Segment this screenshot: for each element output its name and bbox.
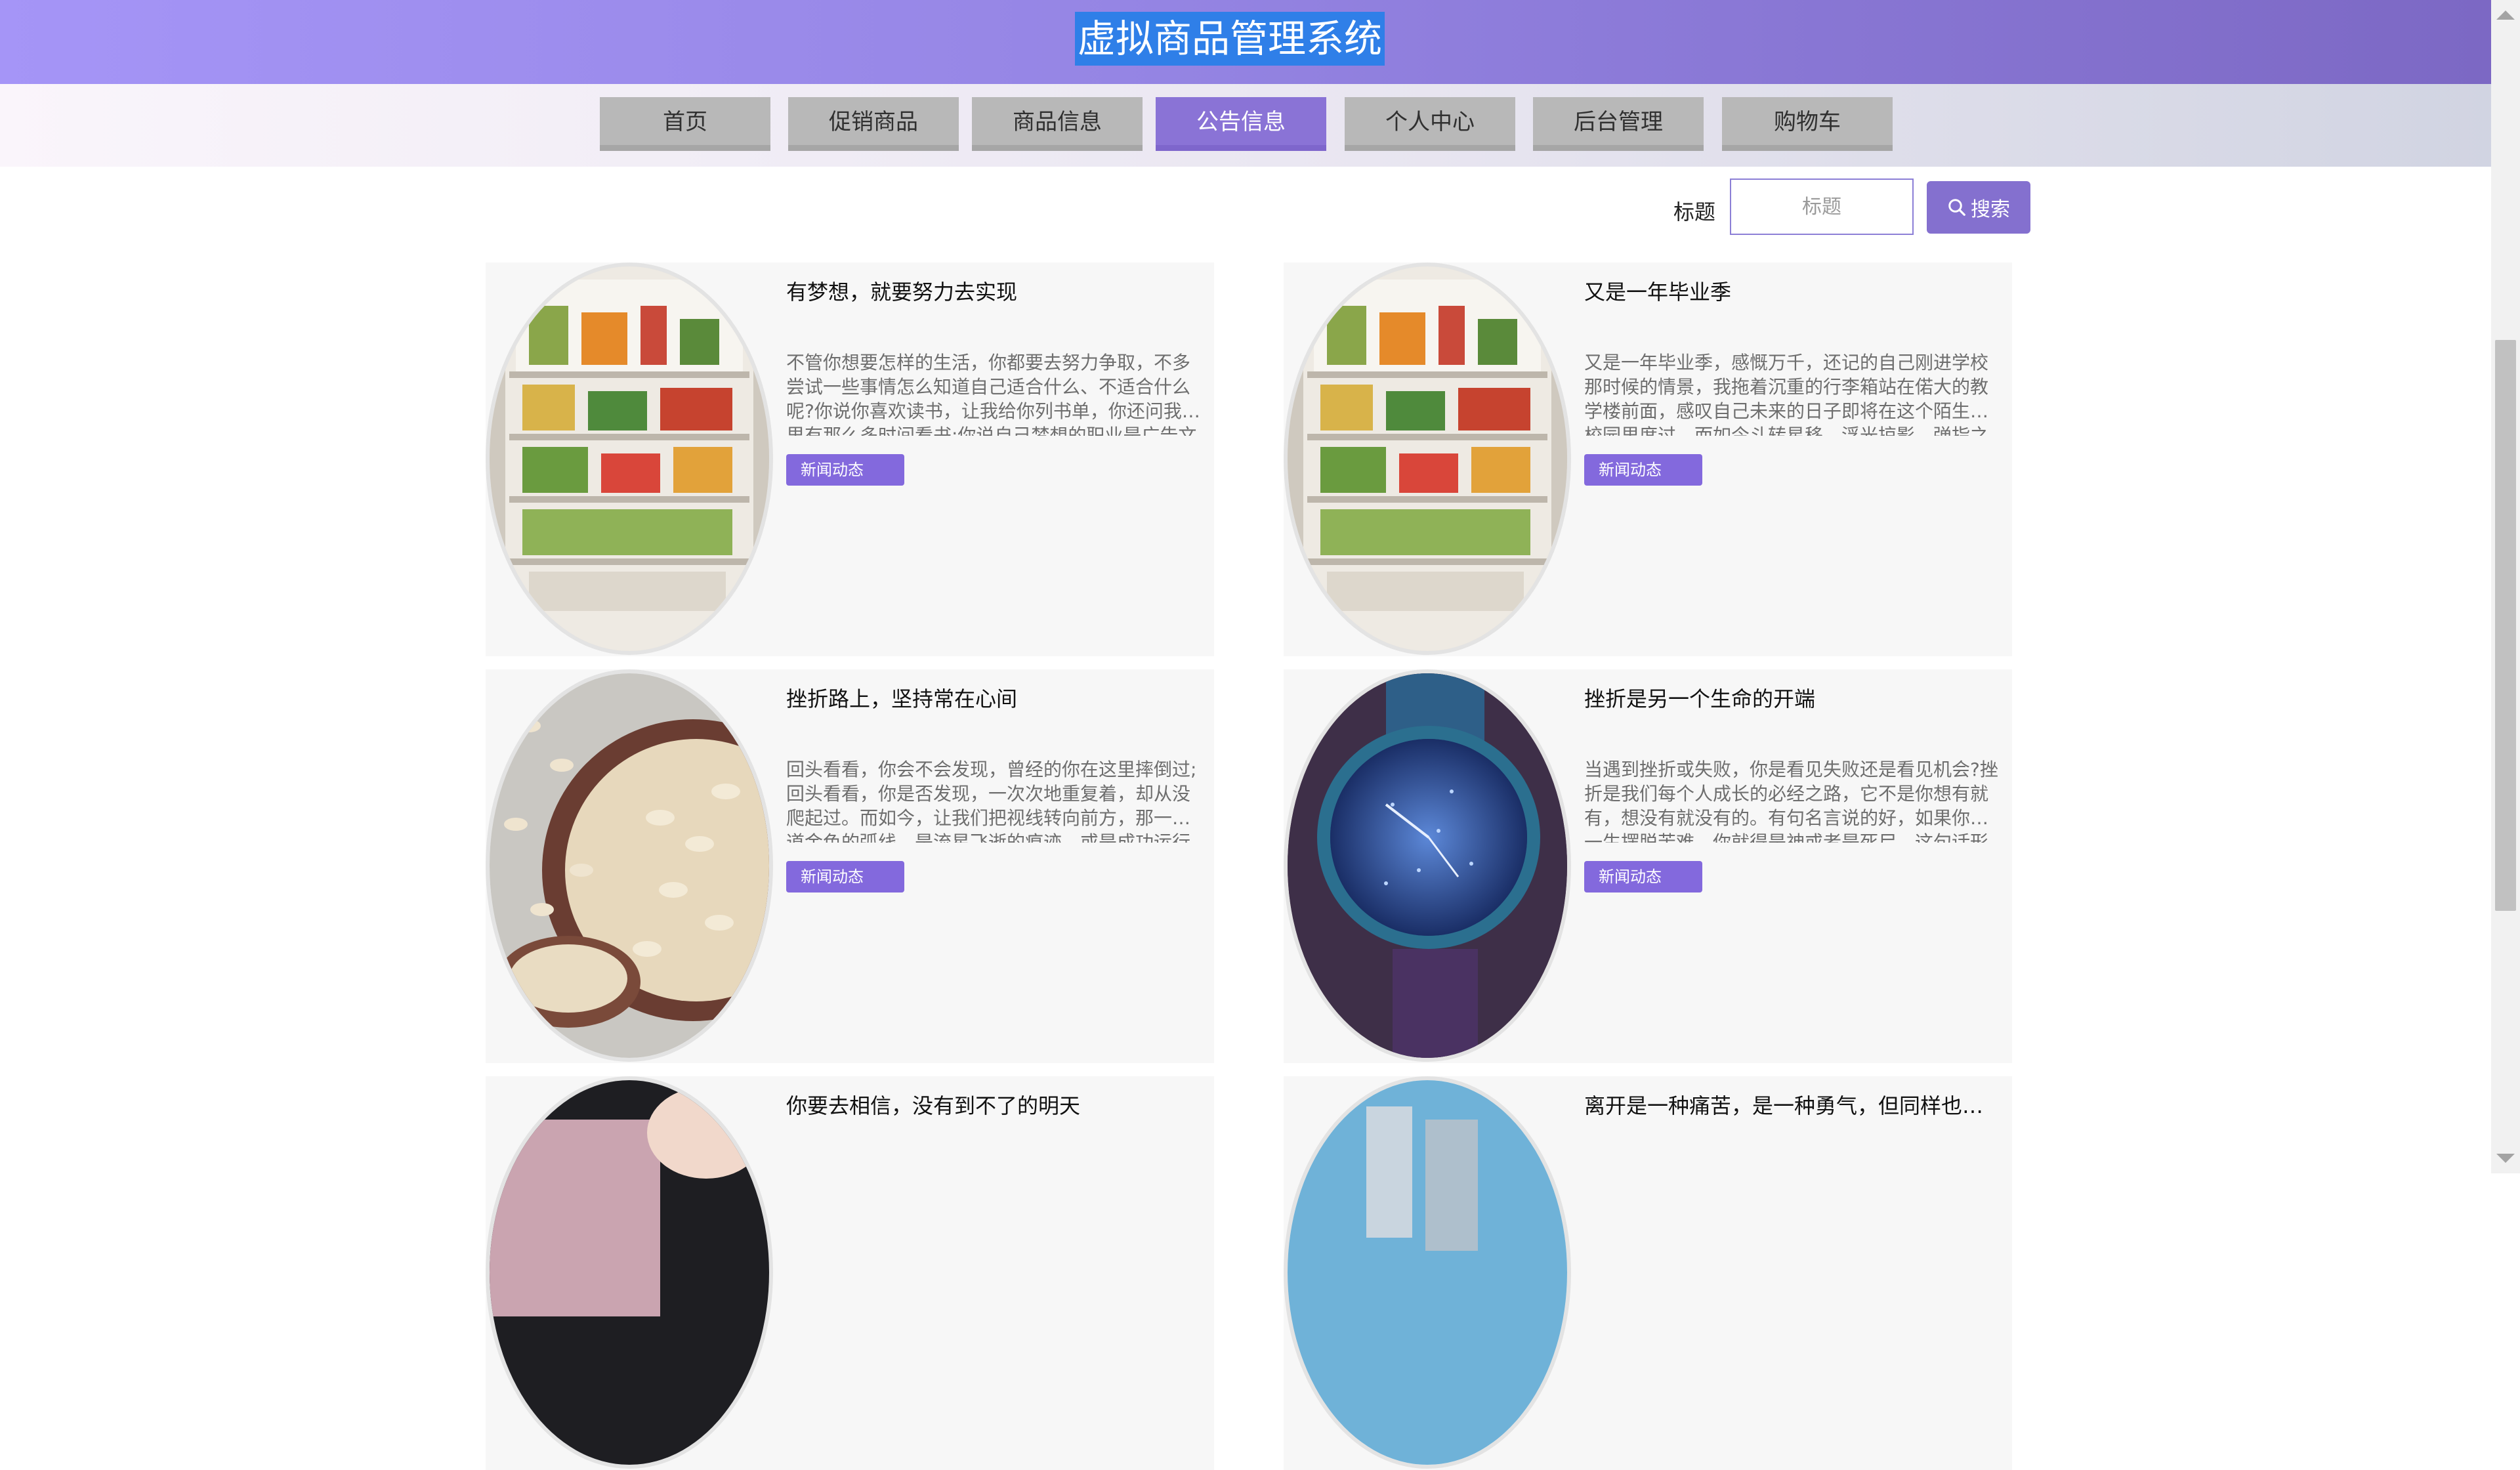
news-summary xyxy=(1584,1164,1999,1250)
news-title[interactable]: 你要去相信，没有到不了的明天 xyxy=(786,1089,1200,1120)
news-image-fridge xyxy=(1284,262,1571,655)
news-card[interactable]: 又是一年毕业季 又是一年毕业季，感慨万千，还记的自己刚进学校那时候的情景，我拖着… xyxy=(1284,262,2012,656)
news-title[interactable]: 挫折路上，坚持常在心间 xyxy=(786,682,1200,713)
news-card[interactable]: 挫折路上，坚持常在心间 回头看看，你会不会发现，曾经的你在这里摔倒过;回头看看，… xyxy=(486,669,1214,1063)
nav-item-announcements[interactable]: 公告信息 xyxy=(1156,97,1326,151)
news-title[interactable]: 有梦想，就要努力去实现 xyxy=(786,276,1200,306)
news-category-tag[interactable]: 新闻动态 xyxy=(786,454,904,486)
nav-item-products[interactable]: 商品信息 xyxy=(972,97,1143,151)
nav-item-promotions[interactable]: 促销商品 xyxy=(788,97,959,151)
nav-item-cart[interactable]: 购物车 xyxy=(1722,97,1893,151)
search-button[interactable]: 搜索 xyxy=(1927,181,2030,234)
scrollbar-thumb[interactable] xyxy=(2495,340,2516,911)
news-image-fridge xyxy=(486,262,773,655)
news-summary: 不管你想要怎样的生活，你都要去努力争取，不多尝试一些事情怎么知道自己适合什么、不… xyxy=(786,352,1200,436)
news-summary: 当遇到挫折或失败，你是看见失败还是看见机会?挫折是我们每个人成长的必经之路，它不… xyxy=(1584,759,1998,843)
news-card[interactable]: 你要去相信，没有到不了的明天 xyxy=(486,1076,1214,1470)
header-bar: 虚拟商品管理系统 xyxy=(0,0,2491,84)
scroll-down-icon[interactable] xyxy=(2496,1154,2515,1163)
news-summary xyxy=(786,1164,1201,1250)
news-card[interactable]: 挫折是另一个生命的开端 当遇到挫折或失败，你是看见失败还是看见机会?挫折是我们每… xyxy=(1284,669,2012,1063)
news-card[interactable]: 有梦想，就要努力去实现 不管你想要怎样的生活，你都要去努力争取，不多尝试一些事情… xyxy=(486,262,1214,656)
search-icon xyxy=(1948,199,1965,216)
news-category-tag[interactable]: 新闻动态 xyxy=(786,861,904,892)
scroll-up-icon[interactable] xyxy=(2496,10,2515,20)
nav-item-home[interactable]: 首页 xyxy=(600,97,770,151)
news-summary: 又是一年毕业季，感慨万千，还记的自己刚进学校那时候的情景，我拖着沉重的行李箱站在… xyxy=(1584,352,1989,436)
search-input[interactable] xyxy=(1730,178,1914,235)
nav-item-admin[interactable]: 后台管理 xyxy=(1533,97,1704,151)
site-title: 虚拟商品管理系统 xyxy=(1075,12,1385,66)
news-image-handbag xyxy=(486,1076,773,1469)
search-button-label: 搜索 xyxy=(1971,198,2010,221)
news-card[interactable]: 离开是一种痛苦，是一种勇气，但同样也是一个考验 xyxy=(1284,1076,2012,1470)
news-category-tag[interactable]: 新闻动态 xyxy=(1584,861,1702,892)
search-label: 标题 xyxy=(1673,200,1716,224)
nav-item-profile[interactable]: 个人中心 xyxy=(1345,97,1515,151)
news-image-watch xyxy=(1284,669,1571,1062)
news-category-tag[interactable]: 新闻动态 xyxy=(1584,454,1702,486)
news-title[interactable]: 挫折是另一个生命的开端 xyxy=(1584,682,1998,713)
news-summary: 回头看看，你会不会发现，曾经的你在这里摔倒过;回头看看，你是否发现，一次次地重复… xyxy=(786,759,1197,843)
news-image-oats xyxy=(486,669,773,1062)
news-title[interactable]: 又是一年毕业季 xyxy=(1584,276,1998,306)
news-title[interactable]: 离开是一种痛苦，是一种勇气，但同样也是一个考验 xyxy=(1584,1089,1998,1120)
news-image-bottles xyxy=(1284,1076,1571,1469)
